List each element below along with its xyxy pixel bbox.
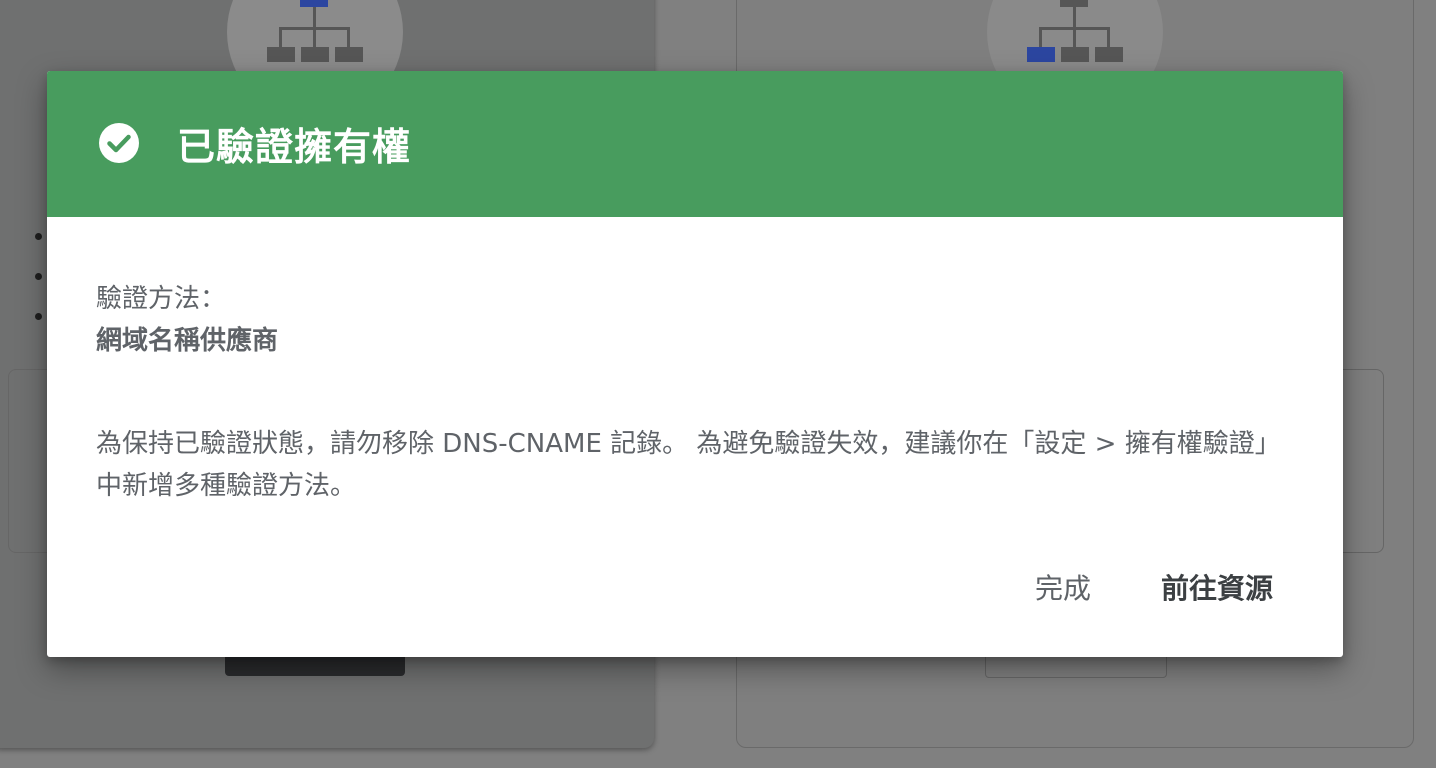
ownership-verified-dialog: 已驗證擁有權 驗證方法： 網域名稱供應商 為保持已驗證狀態，請勿移除 DNS-C…	[47, 71, 1343, 657]
list-bullet	[35, 233, 42, 240]
list-bullet	[35, 313, 42, 320]
go-to-property-button[interactable]: 前往資源	[1157, 561, 1277, 617]
dialog-title: 已驗證擁有權	[177, 125, 412, 169]
list-bullet	[35, 273, 42, 280]
verification-message: 為保持已驗證狀態，請勿移除 DNS-CNAME 記錄。 為避免驗證失效，建議你在…	[96, 429, 1281, 501]
done-button[interactable]: 完成	[1031, 561, 1095, 617]
verification-method-value: 網域名稱供應商	[96, 326, 279, 356]
verification-method-label: 驗證方法：	[96, 284, 227, 314]
dialog-header: 已驗證擁有權	[47, 71, 1343, 217]
check-circle-icon	[99, 123, 139, 163]
